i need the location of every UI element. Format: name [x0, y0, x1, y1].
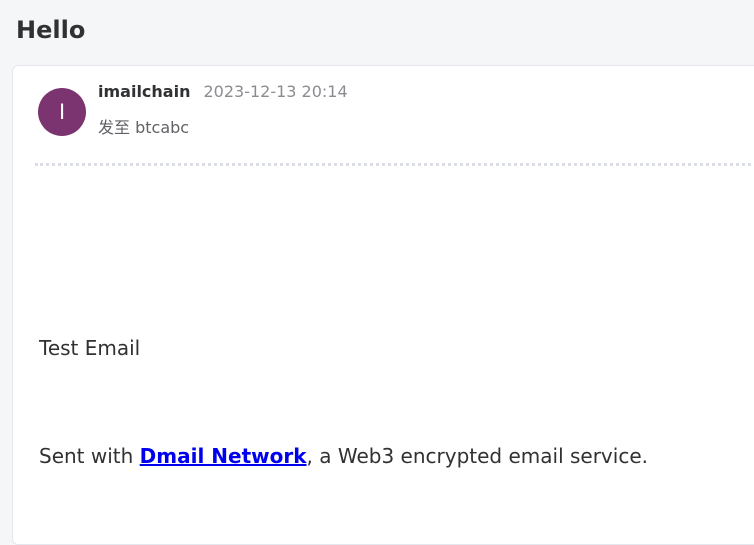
dmail-network-link[interactable]: Dmail Network — [140, 444, 307, 468]
email-body-line-2: Sent with Dmail Network, a Web3 encrypte… — [39, 444, 648, 468]
body-text-prefix: Sent with — [39, 444, 140, 468]
email-body-line-1: Test Email — [39, 336, 141, 360]
email-card: I imailchain 2023-12-13 20:14 发至 btcabc … — [12, 65, 754, 545]
email-subject: Hello — [16, 16, 86, 44]
body-text-suffix: , a Web3 encrypted email service. — [306, 444, 648, 468]
recipient-name: btcabc — [135, 118, 190, 137]
recipient-line: 发至 btcabc — [98, 114, 189, 138]
header-divider — [35, 163, 754, 166]
sender-line: imailchain 2023-12-13 20:14 — [98, 82, 348, 106]
sent-time: 2023-12-13 20:14 — [203, 82, 348, 101]
recipient-prefix: 发至 — [98, 118, 131, 137]
sender-name: imailchain — [98, 82, 191, 101]
sender-avatar: I — [38, 88, 86, 136]
